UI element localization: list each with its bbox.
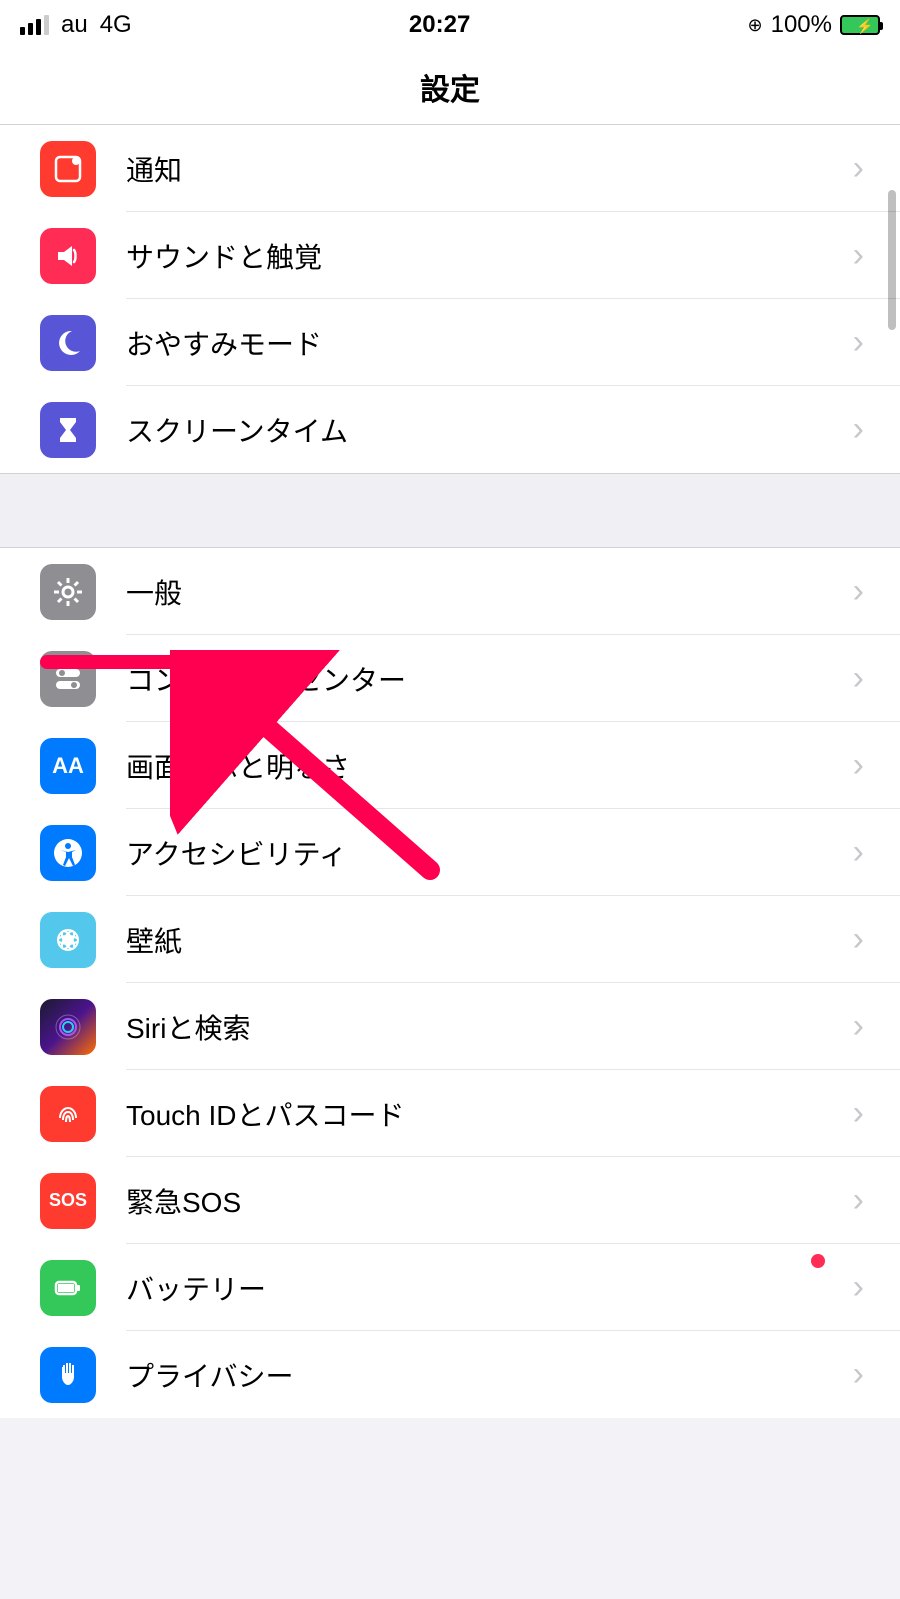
- sound-icon: [40, 228, 96, 284]
- row-display-brightness[interactable]: AA 画面表示と明るさ ›: [0, 722, 900, 809]
- chevron-right-icon: ›: [853, 1181, 900, 1220]
- row-siri-search[interactable]: Siriと検索 ›: [0, 983, 900, 1070]
- row-label: Touch IDとパスコード: [126, 1094, 853, 1134]
- chevron-right-icon: ›: [853, 572, 900, 611]
- row-label: Siriと検索: [126, 1007, 853, 1047]
- nav-bar: 設定: [0, 50, 900, 125]
- chevron-right-icon: ›: [853, 1268, 900, 1307]
- status-right: ⊕ 100% ⚡: [748, 11, 880, 39]
- clock-label: 20:27: [409, 11, 470, 39]
- battery-icon: [40, 1260, 96, 1316]
- row-notifications[interactable]: 通知 ›: [0, 125, 900, 212]
- row-emergency-sos[interactable]: SOS 緊急SOS ›: [0, 1157, 900, 1244]
- row-label: バッテリー: [126, 1268, 853, 1308]
- row-accessibility[interactable]: アクセシビリティ ›: [0, 809, 900, 896]
- row-label: サウンドと触覚: [126, 236, 853, 276]
- status-left: au 4G: [20, 11, 132, 39]
- row-battery[interactable]: バッテリー ›: [0, 1244, 900, 1331]
- row-touch-id[interactable]: Touch IDとパスコード ›: [0, 1070, 900, 1157]
- row-label: コントロールセンター: [126, 659, 853, 699]
- settings-group-1: 通知 › サウンドと触覚 › おやすみモード › スクリーンタイム ›: [0, 125, 900, 473]
- privacy-icon: [40, 1347, 96, 1403]
- row-general[interactable]: 一般 ›: [0, 548, 900, 635]
- row-label: おやすみモード: [126, 323, 853, 363]
- fingerprint-icon: [40, 1086, 96, 1142]
- icon-text: SOS: [49, 1190, 87, 1211]
- accessibility-icon: [40, 825, 96, 881]
- wallpaper-icon: [40, 912, 96, 968]
- row-label: 一般: [126, 572, 853, 612]
- row-label: プライバシー: [126, 1355, 853, 1395]
- page-title: 設定: [420, 65, 480, 109]
- hourglass-icon: [40, 402, 96, 458]
- chevron-right-icon: ›: [853, 410, 900, 449]
- battery-icon: ⚡: [840, 15, 880, 35]
- chevron-right-icon: ›: [853, 659, 900, 698]
- row-label: 画面表示と明るさ: [126, 746, 853, 786]
- notification-dot: [811, 1254, 825, 1268]
- row-do-not-disturb[interactable]: おやすみモード ›: [0, 299, 900, 386]
- scrollbar[interactable]: [888, 190, 896, 330]
- section-separator: [0, 473, 900, 548]
- row-label: 緊急SOS: [126, 1181, 853, 1221]
- chevron-right-icon: ›: [853, 920, 900, 959]
- row-control-center[interactable]: コントロールセンター ›: [0, 635, 900, 722]
- network-label: 4G: [100, 11, 132, 39]
- chevron-right-icon: ›: [853, 1355, 900, 1394]
- sos-icon: SOS: [40, 1173, 96, 1229]
- row-sounds[interactable]: サウンドと触覚 ›: [0, 212, 900, 299]
- gear-icon: [40, 564, 96, 620]
- annotation-underline: [40, 655, 235, 669]
- chevron-right-icon: ›: [853, 746, 900, 785]
- row-label: 壁紙: [126, 920, 853, 960]
- chevron-right-icon: ›: [853, 1007, 900, 1046]
- text-size-icon: AA: [40, 738, 96, 794]
- notification-icon: [40, 141, 96, 197]
- row-label: スクリーンタイム: [126, 410, 853, 450]
- chevron-right-icon: ›: [853, 149, 900, 188]
- chevron-right-icon: ›: [853, 833, 900, 872]
- row-label: アクセシビリティ: [126, 833, 853, 873]
- moon-icon: [40, 315, 96, 371]
- row-privacy[interactable]: プライバシー ›: [0, 1331, 900, 1418]
- status-bar: au 4G 20:27 ⊕ 100% ⚡: [0, 0, 900, 50]
- carrier-label: au: [61, 11, 88, 39]
- siri-icon: [40, 999, 96, 1055]
- row-label: 通知: [126, 149, 853, 189]
- chevron-right-icon: ›: [853, 1094, 900, 1133]
- signal-strength-icon: [20, 15, 49, 35]
- row-screen-time[interactable]: スクリーンタイム ›: [0, 386, 900, 473]
- settings-group-2: 一般 › コントロールセンター › AA 画面表示と明るさ › アクセシビリティ…: [0, 548, 900, 1418]
- icon-text: AA: [52, 753, 84, 779]
- orientation-lock-icon: ⊕: [748, 15, 763, 36]
- row-wallpaper[interactable]: 壁紙 ›: [0, 896, 900, 983]
- battery-percent-label: 100%: [771, 11, 832, 39]
